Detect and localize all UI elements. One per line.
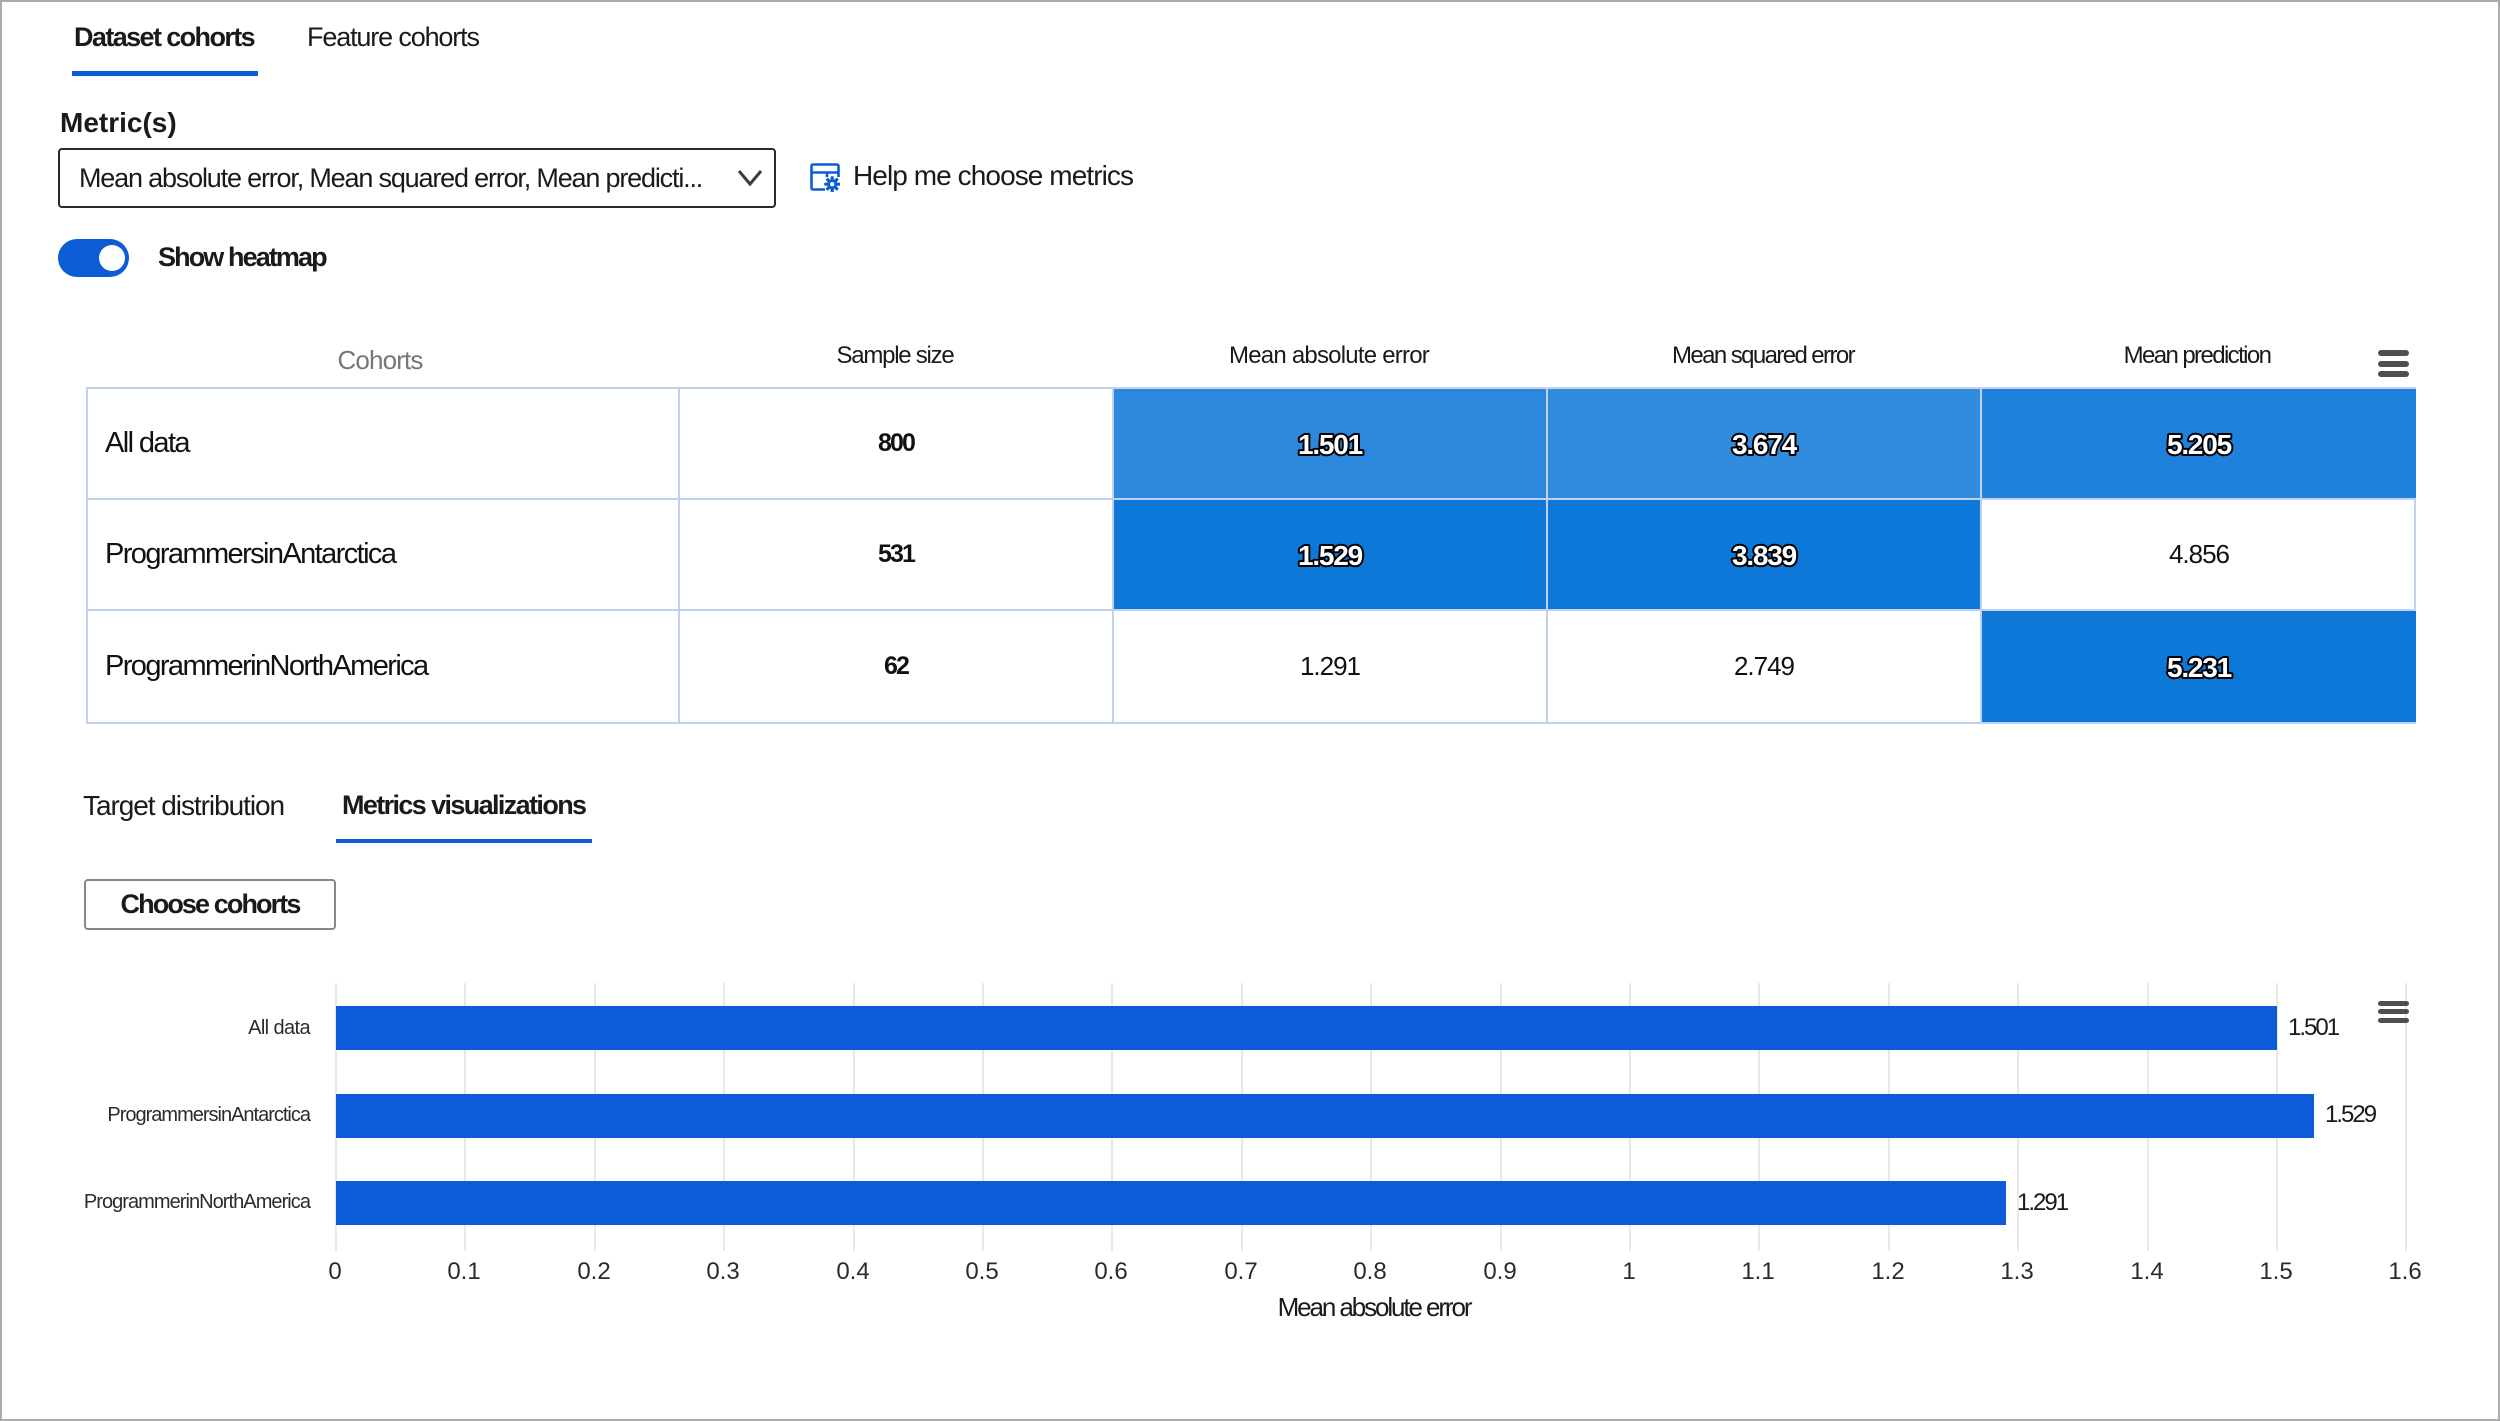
svg-text:5.231: 5.231 xyxy=(2167,652,2232,683)
svg-text:5.205: 5.205 xyxy=(2167,429,2232,460)
svg-text:3.674: 3.674 xyxy=(1732,429,1798,460)
svg-text:1.501: 1.501 xyxy=(1298,429,1363,460)
svg-text:1.529: 1.529 xyxy=(1298,540,1363,571)
svg-text:3.839: 3.839 xyxy=(1732,540,1797,571)
